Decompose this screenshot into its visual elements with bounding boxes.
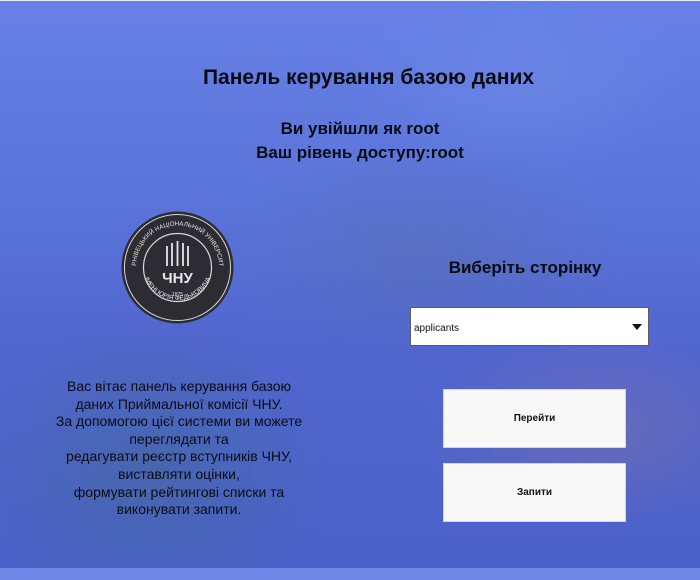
queries-button[interactable]: Запити [443, 463, 626, 522]
welcome-line: редагувати реєстр вступників ЧНУ, [66, 448, 292, 465]
logged-in-user: Ви увійшли як root [280, 119, 440, 138]
chevron-down-icon[interactable] [632, 324, 642, 330]
welcome-line: формувати рейтингові списки та [73, 483, 285, 500]
university-logo: ЧЕРНІВЕЦЬКИЙ НАЦІОНАЛЬНИЙ УНІВЕРСИТЕТ ІМ… [120, 210, 234, 324]
logo-center-text: ЧНУ [162, 270, 193, 287]
access-level: Ваш рівень доступу:root [256, 143, 464, 162]
page-select-dropdown[interactable]: applicants [410, 307, 649, 346]
welcome-line: виставляти оцінки, [118, 465, 240, 482]
welcome-line: переглядати та [129, 430, 229, 447]
page-select-title: Виберіть сторінку [448, 258, 602, 277]
welcome-line: За допомогою цієї системи ви можете [55, 413, 303, 430]
welcome-line: виконувати запити. [116, 501, 242, 518]
welcome-line: даних Приймальної комісії ЧНУ. [75, 395, 283, 412]
welcome-text: Вас вітає панель керування базою даних П… [20, 378, 338, 519]
page-select-value: applicants [414, 323, 460, 334]
welcome-line: Вас вітає панель керування базою [67, 378, 291, 394]
go-button[interactable]: Перейти [443, 389, 626, 448]
bottom-strip [0, 568, 700, 580]
logo-year: 1875 [172, 292, 183, 298]
page-title: Панель керування базою даних [202, 66, 535, 89]
login-info: Ви увійшли як root Ваш рівень доступу:ro… [0, 117, 700, 165]
